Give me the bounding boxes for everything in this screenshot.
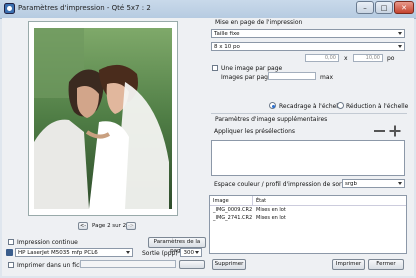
printer-icon: [6, 249, 13, 256]
reduce-to-fit-label: Réduction à l'échelle: [346, 103, 409, 110]
table-row-state[interactable]: Mises en lot: [256, 215, 286, 221]
delete-button[interactable]: Supprimer: [212, 259, 246, 270]
colorspace-select[interactable]: srgb: [342, 179, 405, 188]
header-divider: [210, 205, 406, 206]
column-header-image: Image: [213, 198, 229, 204]
crop-to-fit-radio[interactable]: [269, 102, 276, 109]
photo-preview: [34, 28, 172, 209]
one-image-per-page-label: Une image par page: [221, 65, 283, 72]
one-image-per-page-checkbox[interactable]: [212, 65, 218, 71]
app-icon: [4, 3, 15, 14]
layout-section-title: Mise en page de l'impression: [215, 19, 303, 26]
queue-table[interactable]: Image État _IMG_0009.CR2 Mises en lot _I…: [209, 195, 407, 254]
output-dpi-select[interactable]: 300: [180, 248, 202, 257]
column-header-state: État: [256, 198, 267, 204]
page-indicator: Page 2 sur 2: [92, 223, 127, 229]
size-mode-select[interactable]: Taille fixe: [211, 29, 405, 38]
print-to-file-checkbox[interactable]: [8, 262, 14, 268]
column-separator: [252, 196, 253, 205]
presets-label: Appliquer les présélections: [214, 128, 296, 135]
table-row-state[interactable]: Mises en lot: [256, 207, 286, 213]
page-settings-button[interactable]: Paramètres de la page: [148, 237, 206, 254]
size-select[interactable]: 8 x 10 po: [211, 42, 405, 51]
continuous-print-label: Impression continue: [17, 239, 78, 246]
next-page-button[interactable]: ->: [126, 222, 136, 230]
prev-page-button[interactable]: <-: [78, 222, 88, 230]
printer-select[interactable]: HP LaserJet M5035 mfp PCL6: [15, 248, 133, 257]
remove-preset-icon[interactable]: [374, 130, 385, 132]
reduce-to-fit-radio[interactable]: [337, 102, 344, 109]
table-row-image[interactable]: _IMG_2741.CR2: [213, 215, 252, 221]
minimize-button[interactable]: –: [356, 1, 374, 14]
max-label: max: [320, 74, 334, 81]
print-button[interactable]: Imprimer: [332, 259, 365, 270]
presets-list[interactable]: [211, 140, 405, 176]
close-button[interactable]: Fermer: [368, 259, 404, 270]
width-field[interactable]: 0,00: [305, 54, 339, 62]
extra-section-title: Paramètres d'image supplémentaires: [215, 116, 328, 123]
browse-button[interactable]: [179, 260, 205, 269]
crop-to-fit-label: Recadrage à l'échelle: [279, 103, 344, 110]
images-per-page-label: Images par page: [221, 74, 272, 81]
colorspace-label: Espace couleur / profil d'impression de …: [214, 181, 350, 188]
dimension-x-label: x: [344, 55, 348, 62]
maximize-button[interactable]: □: [375, 1, 393, 14]
output-label: Sortie (ppp): [142, 250, 178, 257]
close-window-button[interactable]: ✕: [394, 1, 414, 14]
height-field[interactable]: 10,00: [353, 54, 383, 62]
table-row-image[interactable]: _IMG_0009.CR2: [213, 207, 252, 213]
continuous-print-checkbox[interactable]: [8, 239, 14, 245]
file-path-field[interactable]: [80, 260, 176, 268]
section-divider: [211, 113, 407, 114]
window-title: Paramètres d'impression - Qté 5x7 : 2: [18, 4, 151, 12]
print-preview: [28, 21, 178, 216]
add-preset-icon[interactable]: [389, 125, 401, 137]
unit-label: po: [387, 55, 395, 62]
images-per-page-field[interactable]: [268, 72, 316, 80]
